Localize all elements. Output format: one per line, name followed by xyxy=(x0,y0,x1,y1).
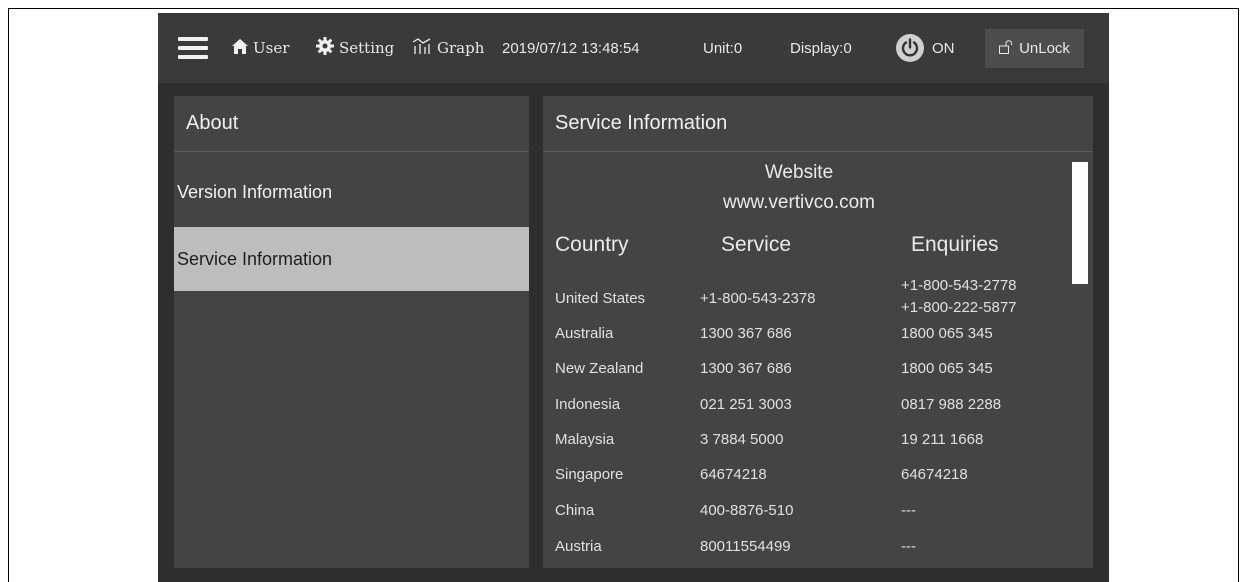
country-cell: Australia xyxy=(555,324,614,342)
frame-border-left xyxy=(8,8,9,582)
power-icon xyxy=(896,34,924,62)
enquiries-cell: 19 211 1668 xyxy=(901,430,984,448)
setting-label: Setting xyxy=(339,39,395,57)
table-row: New Zealand 1300 367 686 1800 065 345 xyxy=(543,350,1063,386)
hamburger-icon[interactable] xyxy=(178,13,208,83)
enquiries-cell: +1-800-543-2778 xyxy=(901,277,1017,294)
home-icon xyxy=(232,38,248,58)
country-cell: Singapore xyxy=(555,465,624,483)
table-row: Australia 1300 367 686 1800 065 345 xyxy=(543,315,1063,351)
country-cell: Indonesia xyxy=(555,395,621,413)
service-cell: 021 251 3003 xyxy=(700,395,792,413)
menu-item-version-information[interactable]: Version Information xyxy=(174,160,529,224)
country-cell: United States xyxy=(555,289,646,307)
enquiries-cell: 1800 065 345 xyxy=(901,359,993,377)
enquiries-cell: --- xyxy=(901,501,916,519)
unit-display: Unit:0 xyxy=(703,39,743,57)
table-row: China 400-8876-510 --- xyxy=(543,492,1063,528)
unlock-button[interactable]: UnLock xyxy=(985,29,1084,68)
datetime-display: 2019/07/12 13:48:54 xyxy=(502,39,640,57)
graph-label: Graph xyxy=(437,39,485,57)
gear-icon xyxy=(316,37,334,59)
graph-button[interactable]: Graph xyxy=(412,13,484,83)
service-panel-title: Service Information xyxy=(543,96,1093,152)
device-screen: User Setting Graph 2019/07/12 13:48:54 U… xyxy=(158,13,1109,582)
country-cell: New Zealand xyxy=(555,359,644,377)
service-cell: 400-8876-510 xyxy=(700,501,794,519)
service-cell: 1300 367 686 xyxy=(700,359,792,377)
graph-icon xyxy=(412,38,432,58)
website-url[interactable]: www.vertivco.com xyxy=(543,192,1055,214)
table-row: Indonesia 021 251 3003 0817 988 2288 xyxy=(543,386,1063,422)
column-header-country: Country xyxy=(555,233,629,256)
power-status: ON xyxy=(932,39,955,57)
power-button[interactable]: ON xyxy=(896,13,968,83)
column-header-enquiries: Enquiries xyxy=(911,233,999,256)
service-cell: 1300 367 686 xyxy=(700,324,792,342)
top-bar: User Setting Graph 2019/07/12 13:48:54 U… xyxy=(158,13,1109,83)
enquiries-cell: 0817 988 2288 xyxy=(901,395,1002,413)
user-button[interactable]: User xyxy=(232,13,289,83)
service-information-panel: Service Information Website www.vertivco… xyxy=(543,96,1093,568)
display-indicator: Display:0 xyxy=(790,39,852,57)
enquiries-cell: 1800 065 345 xyxy=(901,324,993,342)
country-cell: Malaysia xyxy=(555,430,615,448)
country-cell: China xyxy=(555,501,595,519)
website-label: Website xyxy=(764,162,834,183)
table-row: Singapore 64674218 64674218 xyxy=(543,456,1063,492)
service-cell: +1-800-543-2378 xyxy=(700,289,816,307)
service-cell: 80011554499 xyxy=(700,537,791,555)
service-cell: 3 7884 5000 xyxy=(700,430,784,448)
scrollbar-thumb[interactable] xyxy=(1072,162,1088,284)
frame-border-right xyxy=(1238,8,1239,582)
table-row: Malaysia 3 7884 5000 19 211 1668 xyxy=(543,421,1063,457)
menu-item-service-information[interactable]: Service Information xyxy=(174,227,529,291)
column-header-service: Service xyxy=(721,233,792,256)
about-panel: About Version Information Service Inform… xyxy=(174,96,529,568)
country-cell: Austria xyxy=(555,537,602,555)
enquiries-cell: --- xyxy=(901,537,916,555)
setting-button[interactable]: Setting xyxy=(316,13,394,83)
service-cell: 64674218 xyxy=(700,465,767,483)
table-row: Austria 80011554499 --- xyxy=(543,528,1063,564)
unlock-icon xyxy=(999,39,1014,58)
user-label: User xyxy=(253,39,290,57)
frame-border-top xyxy=(8,8,1239,9)
enquiries-cell: 64674218 xyxy=(901,465,968,483)
about-panel-title: About xyxy=(174,96,529,152)
unlock-label: UnLock xyxy=(1019,40,1070,57)
